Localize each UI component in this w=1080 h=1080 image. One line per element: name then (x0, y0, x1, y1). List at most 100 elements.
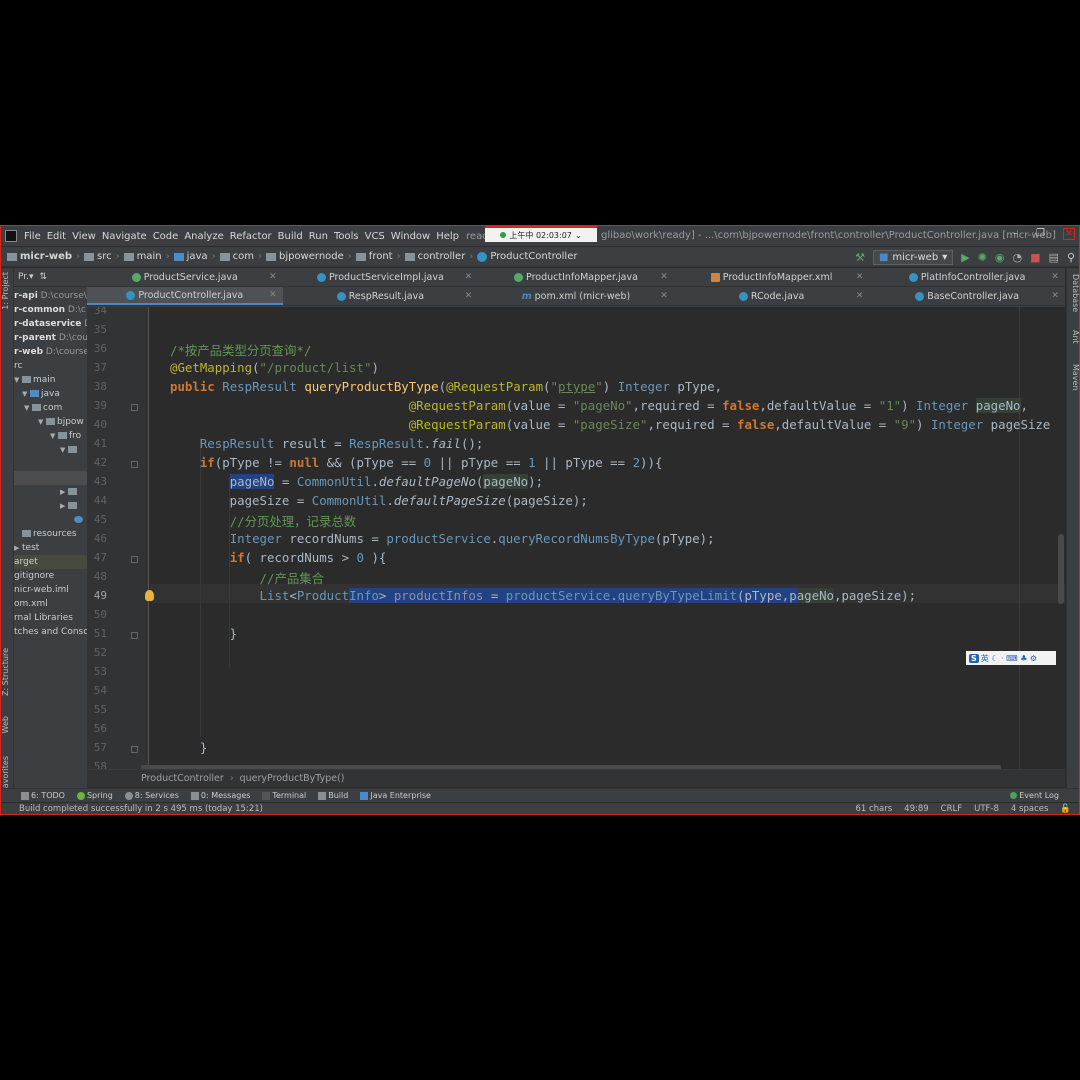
tree-item[interactable]: rnal Libraries (14, 611, 87, 625)
tree-item[interactable] (14, 457, 87, 471)
tool-project[interactable]: 1: Project (1, 272, 14, 310)
breadcrumb-method[interactable]: queryProductByType() (240, 773, 345, 784)
menu-analyze[interactable]: Analyze (181, 231, 226, 242)
tree-item-selected[interactable] (14, 471, 87, 485)
coverage-icon[interactable]: ◉ (995, 251, 1005, 264)
tool-structure[interactable]: Z: Structure (1, 648, 14, 696)
tool-services[interactable]: 8: Services (124, 791, 179, 800)
close-tab-icon[interactable]: ✕ (856, 272, 864, 282)
event-log[interactable]: Event Log (1010, 791, 1059, 800)
project-structure-icon[interactable]: ▤ (1049, 251, 1059, 264)
chevron-down-icon[interactable]: ⌄ (575, 231, 582, 240)
tool-database[interactable]: Database (1068, 274, 1079, 312)
vertical-scrollbar[interactable] (1058, 534, 1064, 604)
tab-product-controller[interactable]: ProductController.java ✕ (87, 287, 283, 305)
tool-todo[interactable]: 6: TODO (21, 791, 65, 800)
tree-item[interactable]: ▼ fro (14, 429, 87, 443)
tab-product-service[interactable]: ProductService.java ✕ (87, 268, 283, 286)
close-tab-icon[interactable]: ✕ (465, 272, 473, 282)
tree-item[interactable] (14, 513, 87, 527)
menu-code[interactable]: Code (150, 231, 182, 242)
close-tab-icon[interactable]: ✕ (660, 272, 668, 282)
menu-view[interactable]: View (69, 231, 99, 242)
tree-item[interactable]: r-dataservice D: (14, 317, 87, 331)
menu-tools[interactable]: Tools (331, 231, 362, 242)
status-message[interactable]: Build completed successfully in 2 s 495 … (1, 804, 263, 814)
tree-item[interactable]: ▼ main (14, 373, 87, 387)
minimize-icon[interactable]: – (1013, 228, 1018, 240)
menu-run[interactable]: Run (306, 231, 331, 242)
tab-product-service-impl[interactable]: ProductServiceImpl.java ✕ (283, 268, 479, 286)
menu-help[interactable]: Help (433, 231, 462, 242)
tree-item[interactable]: r-common D:\c (14, 303, 87, 317)
tree-item[interactable]: ▼ java (14, 387, 87, 401)
tab-base-controller[interactable]: BaseController.java ✕ (869, 287, 1065, 305)
lock-icon[interactable]: 🔓 (1060, 804, 1071, 814)
tree-item[interactable]: ▼ bjpow (14, 415, 87, 429)
fold-marker-icon[interactable] (131, 746, 138, 753)
nav-crumb-java[interactable]: java (172, 251, 210, 262)
close-tab-icon[interactable]: ✕ (269, 290, 277, 300)
fold-marker-icon[interactable] (131, 404, 138, 411)
lightbulb-icon[interactable] (145, 590, 154, 601)
fold-marker-icon[interactable] (131, 556, 138, 563)
tree-item[interactable]: r-web D:\course (14, 345, 87, 359)
menu-navigate[interactable]: Navigate (99, 231, 150, 242)
tab-pom-xml[interactable]: m pom.xml (micr-web) ✕ (478, 287, 674, 305)
fold-marker-icon[interactable] (131, 632, 138, 639)
close-tab-icon[interactable]: ✕ (269, 272, 277, 282)
stop-icon[interactable]: ■ (1030, 251, 1040, 264)
menu-refactor[interactable]: Refactor (227, 231, 275, 242)
ime-controls[interactable]: 英 ☾ · ⌨ ♣ ⚙ (981, 653, 1037, 664)
tab-product-info-mapper-xml[interactable]: ProductInfoMapper.xml ✕ (674, 268, 870, 286)
close-tab-icon[interactable]: ✕ (660, 291, 668, 301)
tool-spring[interactable]: Spring (76, 791, 113, 800)
run-icon[interactable]: ▶ (961, 251, 969, 264)
close-tab-icon[interactable]: ✕ (1051, 272, 1059, 282)
nav-crumb-com[interactable]: com (218, 251, 256, 262)
tool-build[interactable]: Build (318, 791, 348, 800)
breadcrumb-class[interactable]: ProductController (141, 773, 224, 784)
maximize-icon[interactable]: ❐ (1036, 228, 1045, 240)
tab-plat-info-controller[interactable]: PlatInfoController.java ✕ (869, 268, 1065, 286)
close-tab-icon[interactable]: ✕ (465, 291, 473, 301)
tree-item[interactable]: ▼ (14, 443, 87, 457)
nav-crumb-project[interactable]: micr-web (1, 251, 74, 262)
tree-item[interactable]: ▶ (14, 485, 87, 499)
tree-item[interactable]: rc (14, 359, 87, 373)
tree-item[interactable]: r-parent D:\cou (14, 331, 87, 345)
file-encoding[interactable]: UTF-8 (974, 804, 999, 814)
search-everywhere-icon[interactable]: ⚲ (1067, 251, 1075, 264)
tab-rcode[interactable]: RCode.java ✕ (674, 287, 870, 305)
tree-item[interactable]: tches and Conso (14, 625, 87, 639)
close-icon[interactable]: ✕ (1063, 228, 1075, 240)
fold-marker-icon[interactable] (131, 461, 138, 468)
caret-position[interactable]: 49:89 (904, 804, 929, 814)
tool-ant[interactable]: Ant (1068, 330, 1079, 344)
tree-item[interactable]: ▶ (14, 499, 87, 513)
tree-item[interactable]: nicr-web.iml (14, 583, 87, 597)
nav-crumb-front[interactable]: front (354, 251, 395, 262)
menu-window[interactable]: Window (388, 231, 433, 242)
menu-edit[interactable]: Edit (44, 231, 69, 242)
tree-item[interactable]: ▶ test (14, 541, 87, 555)
tab-resp-result[interactable]: RespResult.java ✕ (283, 287, 479, 305)
tab-product-info-mapper[interactable]: ProductInfoMapper.java ✕ (478, 268, 674, 286)
close-tab-icon[interactable]: ✕ (856, 291, 864, 301)
nav-crumb-class[interactable]: ProductController (475, 251, 579, 262)
menu-file[interactable]: File (21, 231, 44, 242)
menu-build[interactable]: Build (275, 231, 306, 242)
tree-item[interactable]: r-api D:\course\ (14, 289, 87, 303)
collapse-all-icon[interactable]: ⇅ (40, 272, 48, 282)
nav-crumb-main[interactable]: main (122, 251, 164, 262)
tree-item[interactable]: arget (14, 555, 87, 569)
nav-crumb-controller[interactable]: controller (403, 251, 468, 262)
profile-icon[interactable]: ◔ (1013, 251, 1023, 264)
tree-item[interactable]: gitignore (14, 569, 87, 583)
tree-item[interactable]: om.xml (14, 597, 87, 611)
tool-messages[interactable]: 0: Messages (190, 791, 250, 800)
tree-item[interactable]: resources (14, 527, 87, 541)
debug-icon[interactable]: ✺ (978, 251, 987, 264)
build-hammer-icon[interactable]: ⚒ (855, 251, 865, 264)
close-tab-icon[interactable]: ✕ (1051, 291, 1059, 301)
